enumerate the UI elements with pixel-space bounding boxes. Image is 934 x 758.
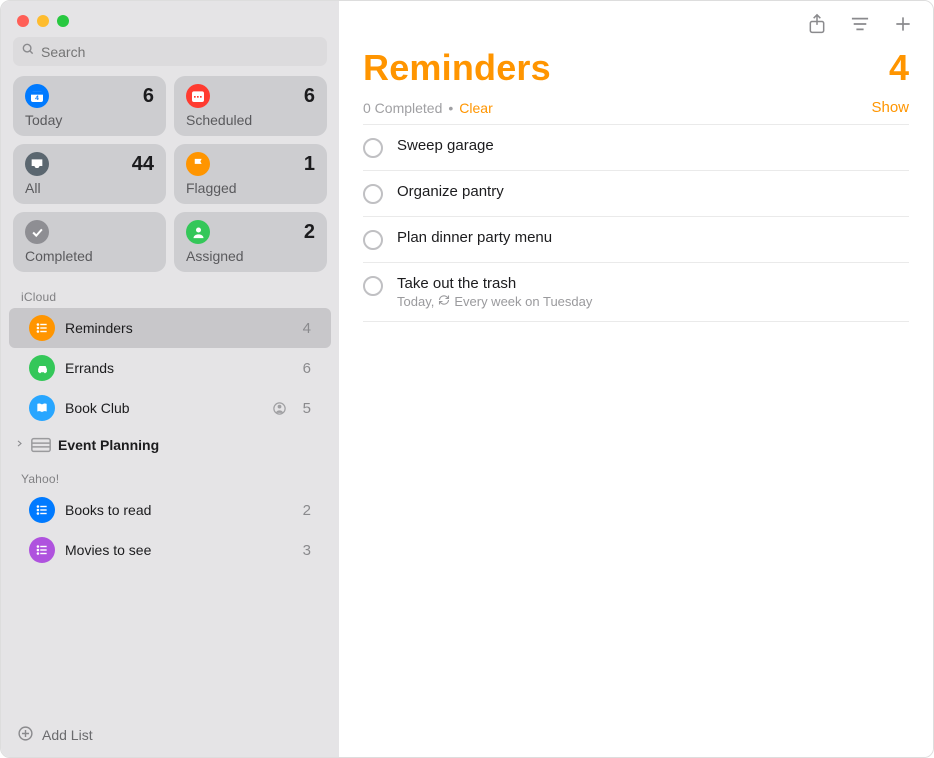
- list-header: Reminders 4: [363, 47, 909, 89]
- list-name: Book Club: [65, 400, 261, 416]
- inbox-icon: [25, 152, 49, 176]
- flagged-label: Flagged: [186, 180, 315, 196]
- search-field[interactable]: [13, 37, 327, 66]
- calendar-today-icon: 4: [25, 84, 49, 108]
- reminder-title: Sweep garage: [397, 137, 494, 154]
- assigned-count: 2: [304, 221, 315, 244]
- reminder-title: Organize pantry: [397, 183, 504, 200]
- today-count: 6: [143, 85, 154, 108]
- view-options-button[interactable]: [849, 15, 871, 33]
- add-list-button[interactable]: Add List: [1, 715, 339, 757]
- list-books-to-read[interactable]: Books to read 2: [9, 490, 331, 530]
- list-count: 4: [303, 320, 311, 337]
- completed-count-text: 0 Completed: [363, 100, 442, 116]
- smart-list-completed[interactable]: Completed: [13, 212, 166, 272]
- list-icon: [29, 497, 55, 523]
- list-name: Movies to see: [65, 542, 293, 558]
- scheduled-count: 6: [304, 85, 315, 108]
- list-count: 3: [303, 542, 311, 559]
- shared-icon: [271, 399, 289, 417]
- list-errands[interactable]: Errands 6: [9, 348, 331, 388]
- folder-icon: [30, 435, 52, 455]
- complete-toggle[interactable]: [363, 230, 383, 250]
- folder-event-planning[interactable]: Event Planning: [1, 428, 339, 462]
- close-window-button[interactable]: [17, 15, 29, 27]
- reminder-item[interactable]: Take out the trash Today, Every week on …: [363, 262, 909, 322]
- main-pane: Reminders 4 0 Completed • Clear Show Swe…: [339, 1, 933, 757]
- list-total-count: 4: [889, 47, 909, 89]
- car-icon: [29, 355, 55, 381]
- minimize-window-button[interactable]: [37, 15, 49, 27]
- chevron-right-icon: [15, 439, 24, 451]
- list-book-club[interactable]: Book Club 5: [9, 388, 331, 428]
- svg-text:4: 4: [35, 95, 39, 102]
- reminder-subtitle: Today, Every week on Tuesday: [397, 294, 592, 309]
- reminder-item[interactable]: Organize pantry: [363, 170, 909, 216]
- list-reminders[interactable]: Reminders 4: [9, 308, 331, 348]
- share-button[interactable]: [807, 13, 827, 35]
- checkmark-icon: [25, 220, 49, 244]
- smart-list-all[interactable]: 44 All: [13, 144, 166, 204]
- search-input[interactable]: [41, 44, 319, 60]
- all-label: All: [25, 180, 154, 196]
- reminder-item[interactable]: Plan dinner party menu: [363, 216, 909, 262]
- window-controls: [1, 1, 339, 37]
- complete-toggle[interactable]: [363, 184, 383, 204]
- scheduled-label: Scheduled: [186, 112, 315, 128]
- list-name: Books to read: [65, 502, 293, 518]
- calendar-icon: [186, 84, 210, 108]
- list-count: 6: [303, 360, 311, 377]
- today-label: Today: [25, 112, 154, 128]
- completed-label: Completed: [25, 248, 154, 264]
- list-name: Errands: [65, 360, 293, 376]
- section-header-icloud: iCloud: [1, 280, 339, 308]
- repeat-icon: [438, 294, 450, 309]
- plus-circle-icon: [17, 725, 34, 745]
- list-count: 5: [303, 400, 311, 417]
- reminder-item[interactable]: Sweep garage: [363, 124, 909, 170]
- list-name: Reminders: [65, 320, 293, 336]
- folder-name: Event Planning: [58, 437, 159, 453]
- complete-toggle[interactable]: [363, 138, 383, 158]
- clear-completed-button[interactable]: Clear: [459, 100, 492, 116]
- list-movies-to-see[interactable]: Movies to see 3: [9, 530, 331, 570]
- dot-separator: •: [448, 100, 453, 116]
- list-count: 2: [303, 502, 311, 519]
- assigned-label: Assigned: [186, 248, 315, 264]
- toolbar: [339, 1, 933, 39]
- smart-list-flagged[interactable]: 1 Flagged: [174, 144, 327, 204]
- reminder-title: Plan dinner party menu: [397, 229, 552, 246]
- person-icon: [186, 220, 210, 244]
- flag-icon: [186, 152, 210, 176]
- search-icon: [21, 42, 35, 61]
- app-window: 4 6 Today 6 Scheduled: [0, 0, 934, 758]
- list-title: Reminders: [363, 47, 551, 89]
- all-count: 44: [132, 153, 154, 176]
- book-icon: [29, 395, 55, 421]
- flagged-count: 1: [304, 153, 315, 176]
- complete-toggle[interactable]: [363, 276, 383, 296]
- add-list-label: Add List: [42, 727, 93, 743]
- add-reminder-button[interactable]: [893, 14, 913, 34]
- section-header-yahoo: Yahoo!: [1, 462, 339, 490]
- reminder-title: Take out the trash: [397, 275, 592, 292]
- smart-list-today[interactable]: 4 6 Today: [13, 76, 166, 136]
- smart-list-assigned[interactable]: 2 Assigned: [174, 212, 327, 272]
- show-completed-button[interactable]: Show: [871, 99, 909, 116]
- smart-lists-grid: 4 6 Today 6 Scheduled: [1, 76, 339, 280]
- list-icon: [29, 315, 55, 341]
- sidebar: 4 6 Today 6 Scheduled: [1, 1, 339, 757]
- reminder-items: Sweep garage Organize pantry Plan dinner…: [363, 124, 909, 322]
- list-icon: [29, 537, 55, 563]
- smart-list-scheduled[interactable]: 6 Scheduled: [174, 76, 327, 136]
- fullscreen-window-button[interactable]: [57, 15, 69, 27]
